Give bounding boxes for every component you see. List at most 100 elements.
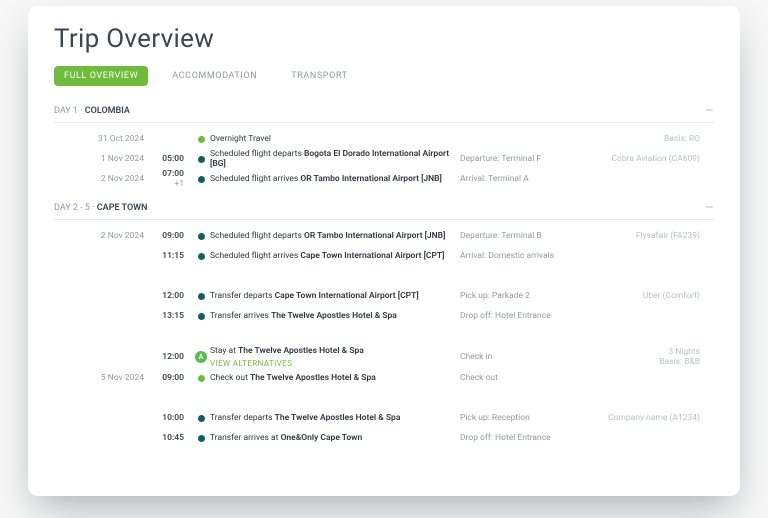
row-date: 5 Nov 2024 xyxy=(54,373,152,383)
row-description: Overnight Travel xyxy=(210,134,460,144)
timeline-dot-col xyxy=(192,176,210,183)
row-description: Transfer departs Cape Town International… xyxy=(210,291,460,301)
view-alternatives-link[interactable]: VIEW ALTERNATIVES xyxy=(210,359,460,368)
section-place: CAPE TOWN xyxy=(97,203,148,213)
desc-prefix: Scheduled flight departs xyxy=(210,231,304,241)
accommodation-marker-icon: A xyxy=(195,351,207,363)
timeline-dot-col xyxy=(192,293,210,300)
row-description: Transfer arrives The Twelve Apostles Hot… xyxy=(210,311,460,321)
itinerary-row: 1 Nov 202405:00Scheduled flight departs … xyxy=(54,149,714,169)
timeline-dot-col xyxy=(192,415,210,422)
desc-subject: One&Only Cape Town xyxy=(281,433,363,443)
row-time: 10:45 xyxy=(152,433,192,443)
row-right: Basis: RO xyxy=(590,134,700,144)
dot-green-icon xyxy=(198,375,205,382)
row-time: 11:15 xyxy=(152,251,192,261)
desc-subject: Cape Town International Airport [CPT] xyxy=(300,251,444,261)
row-meta: Drop off: Hotel Entrance xyxy=(460,433,590,443)
row-right: 3 NightsBasis: B&B xyxy=(590,347,700,367)
row-meta: Pick up: Parkade 2 xyxy=(460,291,590,301)
desc-subject: OR Tambo International Airport [JNB] xyxy=(300,174,441,184)
desc-prefix: Scheduled flight arrives xyxy=(210,174,300,184)
section-head[interactable]: DAY 1 · COLOMBIA – xyxy=(54,100,714,123)
itinerary-row: 13:15 Transfer arrives The Twelve Apostle… xyxy=(54,306,714,326)
dot-teal-icon xyxy=(198,156,205,163)
page-title: Trip Overview xyxy=(54,24,714,54)
section-rows: 2 Nov 202409:00Scheduled flight departs … xyxy=(54,226,714,448)
itinerary-row: 10:00 Transfer departs The Twelve Apostle… xyxy=(54,408,714,428)
row-description: Scheduled flight arrives OR Tambo Intern… xyxy=(210,174,460,184)
row-meta: Departure: Terminal F xyxy=(460,154,590,164)
section-label: DAY 1 · COLOMBIA xyxy=(54,106,130,116)
itinerary-row: 31 Oct 2024 Overnight Travel Basis: RO xyxy=(54,129,714,149)
timeline-dot-col xyxy=(192,313,210,320)
timeline-dot-col xyxy=(192,435,210,442)
row-date: 31 Oct 2024 xyxy=(54,134,152,144)
dot-teal-icon xyxy=(198,176,205,183)
dot-teal-icon xyxy=(198,293,205,300)
sections-container: DAY 1 · COLOMBIA – 31 Oct 2024 Overnight Tr… xyxy=(54,100,714,448)
row-description: Scheduled flight arrives Cape Town Inter… xyxy=(210,251,460,261)
collapse-icon[interactable]: – xyxy=(705,201,714,215)
tab-transport[interactable]: TRANSPORT xyxy=(281,66,357,86)
row-right-secondary: Basis: B&B xyxy=(590,357,700,367)
section-day: DAY 1 · xyxy=(54,106,85,116)
row-time: 13:15 xyxy=(152,311,192,321)
row-date: 1 Nov 2024 xyxy=(54,154,152,164)
timeline-dot-col xyxy=(192,253,210,260)
desc-subject: The Twelve Apostles Hotel & Spa xyxy=(238,346,364,356)
row-spacer xyxy=(54,326,714,346)
row-time: 05:00 xyxy=(152,154,192,164)
row-time: 10:00 xyxy=(152,413,192,423)
desc-prefix: Scheduled flight arrives xyxy=(210,251,300,261)
row-right: Uber (Comfort) xyxy=(590,291,700,301)
itinerary-row: 11:15 Scheduled flight arrives Cape Town … xyxy=(54,246,714,266)
section-place: COLOMBIA xyxy=(85,106,130,116)
desc-prefix: Transfer departs xyxy=(210,291,275,301)
desc-prefix: Check out xyxy=(210,373,250,383)
row-description: Transfer arrives at One&Only Cape Town xyxy=(210,433,460,443)
desc-subject: The Twelve Apostles Hotel & Spa xyxy=(271,311,397,321)
timeline-dot-col xyxy=(192,375,210,382)
tabs: FULL OVERVIEW ACCOMMODATION TRANSPORT xyxy=(54,66,714,86)
desc-prefix: Stay at xyxy=(210,346,238,356)
itinerary-row: 2 Nov 202409:00Scheduled flight departs … xyxy=(54,226,714,246)
row-meta: Arrival: Domestic arrivals xyxy=(460,251,590,261)
tab-full-overview[interactable]: FULL OVERVIEW xyxy=(54,66,148,86)
trip-overview-card: Trip Overview FULL OVERVIEW ACCOMMODATIO… xyxy=(28,6,740,496)
row-meta: Departure: Terminal B xyxy=(460,231,590,241)
dot-teal-icon xyxy=(198,313,205,320)
collapse-icon[interactable]: – xyxy=(705,104,714,118)
row-right: Flysafair (FA239) xyxy=(590,231,700,241)
timeline-dot-col xyxy=(192,136,210,143)
row-description: Transfer departs The Twelve Apostles Hot… xyxy=(210,413,460,423)
timeline-dot-col xyxy=(192,233,210,240)
row-meta: Check out xyxy=(460,373,590,383)
section-head[interactable]: DAY 2 - 5 · CAPE TOWN – xyxy=(54,197,714,220)
row-description: Check out The Twelve Apostles Hotel & Sp… xyxy=(210,373,460,383)
row-spacer xyxy=(54,266,714,286)
row-time: 09:00 xyxy=(152,231,192,241)
timeline-dot-col xyxy=(192,156,210,163)
row-meta: Drop off: Hotel Entrance xyxy=(460,311,590,321)
row-date: 2 Nov 2024 xyxy=(54,174,152,184)
row-time: 09:00 xyxy=(152,373,192,383)
row-meta: Pick up: Reception xyxy=(460,413,590,423)
itinerary-row: 5 Nov 202409:00 Check out The Twelve Apos… xyxy=(54,368,714,388)
section-label: DAY 2 - 5 · CAPE TOWN xyxy=(54,203,147,213)
row-right: Company name (A1234) xyxy=(590,413,700,423)
row-meta: Check in xyxy=(460,352,590,362)
row-meta: Arrival: Terminal A xyxy=(460,174,590,184)
desc-prefix: Overnight Travel xyxy=(210,134,271,144)
tab-accommodation[interactable]: ACCOMMODATION xyxy=(162,66,267,86)
row-right: Cobra Aviation (CA609) xyxy=(590,154,700,164)
timeline-dot-col: A xyxy=(192,351,210,363)
dot-teal-icon xyxy=(198,233,205,240)
itinerary-row: 2 Nov 202407:00 +1 Scheduled flight arriv… xyxy=(54,169,714,189)
desc-subject: OR Tambo International Airport [JNB] xyxy=(304,231,445,241)
row-time: 12:00 xyxy=(152,291,192,301)
row-time: 07:00 +1 xyxy=(152,169,192,189)
dot-teal-icon xyxy=(198,435,205,442)
itinerary-row: 12:00AStay at The Twelve Apostles Hotel … xyxy=(54,346,714,368)
desc-subject: Cape Town International Airport [CPT] xyxy=(275,291,419,301)
